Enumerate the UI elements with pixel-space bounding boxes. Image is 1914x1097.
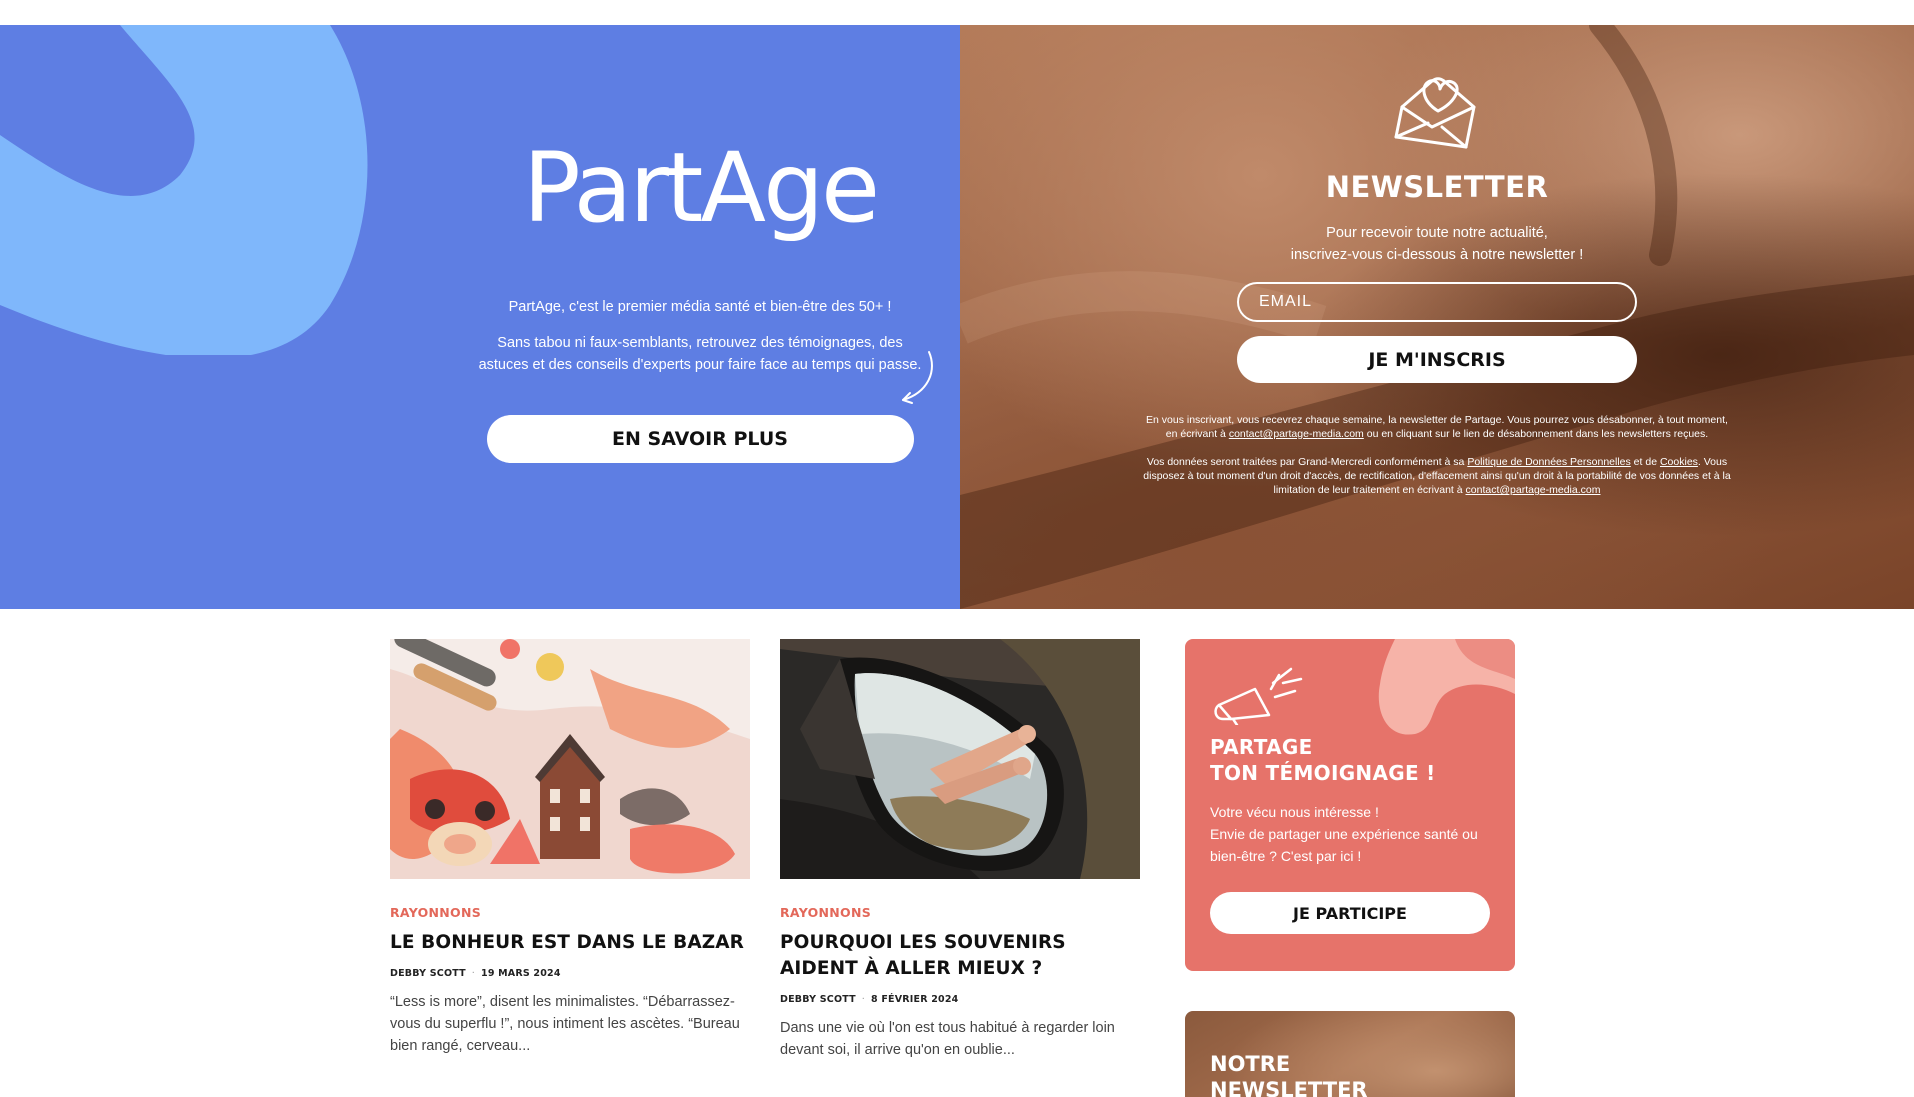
article-excerpt: “Less is more”, disent les minimalistes.… xyxy=(390,994,740,1054)
newsletter-title: NEWSLETTER xyxy=(1325,170,1549,204)
article-category[interactable]: RAYONNONS xyxy=(390,905,750,920)
newsletter-card-title-line: NEWSLETTER xyxy=(1210,1078,1368,1097)
testimony-title-line: PARTAGE xyxy=(1210,735,1313,759)
hero-banner: PartAge PartAge, c'est le premier média … xyxy=(0,25,1914,609)
newsletter-legal: En vous inscrivant, vous recevrez chaque… xyxy=(1127,413,1747,497)
article-excerpt: Dans une vie où l'on est tous habitué à … xyxy=(780,1020,1115,1058)
testimony-text-line: Votre vécu nous intéresse ! xyxy=(1210,804,1379,820)
testimony-card: PARTAGE TON TÉMOIGNAGE ! Votre vécu nous… xyxy=(1185,639,1515,971)
article-title[interactable]: LE BONHEUR EST DANS LE BAZAR xyxy=(390,930,750,956)
legal-paragraph: Vos données seront traitées par Grand-Me… xyxy=(1139,455,1735,497)
legal-paragraph: En vous inscrivant, vous recevrez chaque… xyxy=(1139,413,1735,441)
article-date: 19 MARS 2024 xyxy=(481,968,561,979)
meta-separator: · xyxy=(471,968,476,979)
subscribe-button[interactable]: JE M'INSCRIS xyxy=(1237,336,1637,383)
email-input[interactable] xyxy=(1237,282,1637,322)
meta-separator: · xyxy=(861,994,866,1005)
article-title[interactable]: POURQUOI LES SOUVENIRS AIDENT À ALLER MI… xyxy=(780,930,1140,982)
testimony-title: PARTAGE TON TÉMOIGNAGE ! xyxy=(1210,734,1436,786)
legal-text: et de xyxy=(1630,456,1660,468)
car-mirror-image xyxy=(780,639,1140,879)
envelope-heart-icon xyxy=(1394,77,1476,149)
hero-intro: PartAge, c'est le premier média santé et… xyxy=(508,299,892,315)
article-meta: DEBBY SCOTT · 8 FÉVRIER 2024 xyxy=(780,994,1140,1005)
hero-description: Sans tabou ni faux-semblants, retrouvez … xyxy=(478,335,922,373)
partage-logo[interactable]: PartAge xyxy=(465,140,935,236)
megaphone-icon xyxy=(1214,667,1303,725)
testimony-title-line: TON TÉMOIGNAGE ! xyxy=(1210,761,1436,785)
legal-text: ou en cliquant sur le lien de désabonnem… xyxy=(1363,428,1709,440)
legal-text: Vos données seront traitées par Grand-Me… xyxy=(1146,456,1468,468)
article-date: 8 FÉVRIER 2024 xyxy=(871,994,959,1005)
article-card[interactable]: RAYONNONS LE BONHEUR EST DANS LE BAZAR D… xyxy=(390,639,750,1057)
privacy-policy-link[interactable]: Politique de Données Personnelles xyxy=(1467,456,1630,468)
curved-arrow-icon xyxy=(902,351,933,404)
article-thumbnail[interactable] xyxy=(390,639,750,879)
newsletter-panel: NEWSLETTER Pour recevoir toute notre act… xyxy=(960,25,1914,609)
about-panel: PartAge PartAge, c'est le premier média … xyxy=(0,25,960,609)
testimony-text: Votre vécu nous intéresse ! Envie de par… xyxy=(1210,801,1500,867)
contact-email-link[interactable]: contact@partage-media.com xyxy=(1466,484,1601,496)
contact-email-link[interactable]: contact@partage-media.com xyxy=(1229,428,1364,440)
article-meta: DEBBY SCOTT · 19 MARS 2024 xyxy=(390,968,750,979)
article-author[interactable]: DEBBY SCOTT xyxy=(780,994,856,1005)
article-card[interactable]: RAYONNONS POURQUOI LES SOUVENIRS AIDENT … xyxy=(780,639,1140,1061)
newsletter-card-title-line: NOTRE xyxy=(1210,1052,1291,1076)
newsletter-card[interactable]: NOTRE NEWSLETTER xyxy=(1185,1011,1515,1097)
newsletter-subtitle-line: Pour recevoir toute notre actualité, xyxy=(1326,225,1548,241)
colorful-objects-image xyxy=(390,639,750,879)
learn-more-button[interactable]: EN SAVOIR PLUS xyxy=(486,415,914,463)
newsletter-subtitle-line: inscrivez-vous ci-dessous à notre newsle… xyxy=(1290,247,1584,263)
participate-button[interactable]: JE PARTICIPE xyxy=(1210,892,1490,934)
testimony-text-line: Envie de partager une expérience santé o… xyxy=(1210,826,1478,864)
cookies-link[interactable]: Cookies xyxy=(1660,456,1698,468)
article-thumbnail[interactable] xyxy=(780,639,1140,879)
decorative-blob xyxy=(1378,639,1515,735)
newsletter-subtitle: Pour recevoir toute notre actualité, ins… xyxy=(1127,222,1747,266)
article-author[interactable]: DEBBY SCOTT xyxy=(390,968,466,979)
article-category[interactable]: RAYONNONS xyxy=(780,905,1140,920)
decorative-blob xyxy=(0,25,368,355)
newsletter-card-title: NOTRE NEWSLETTER xyxy=(1210,1051,1368,1097)
